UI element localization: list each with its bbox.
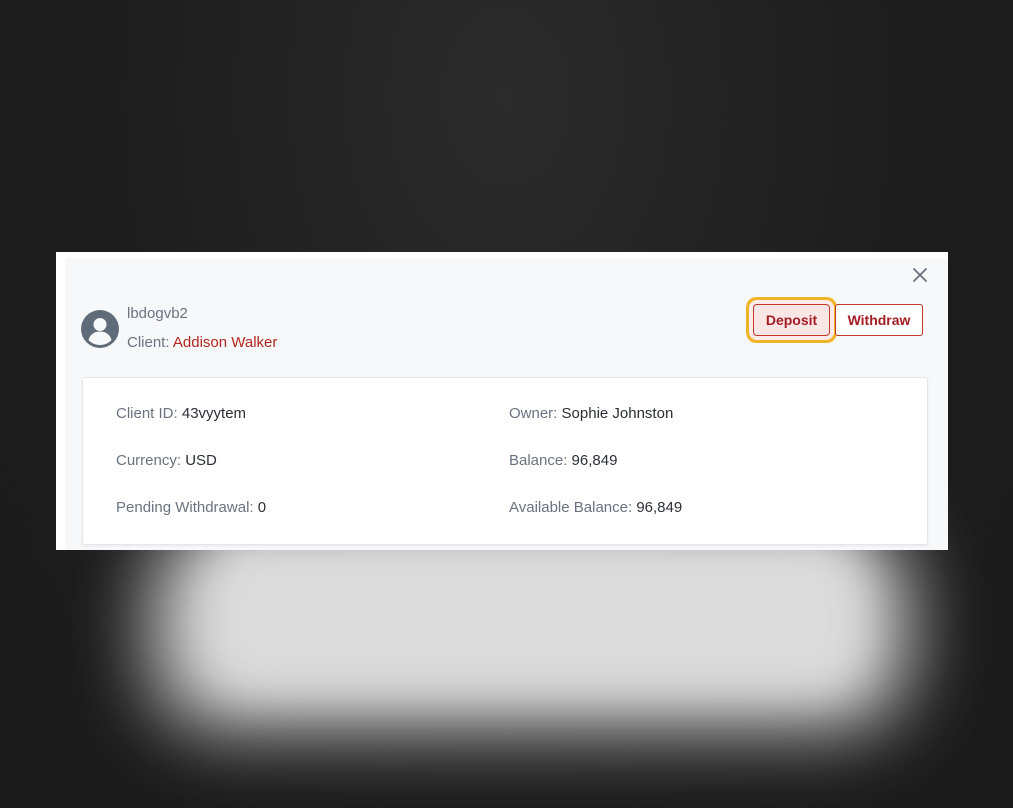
available-balance-value: 96,849 [636, 499, 683, 516]
currency-label: Currency: [116, 452, 182, 469]
client-id-field: Client ID: 43vyytem [116, 405, 246, 422]
deposit-button[interactable]: Deposit [753, 304, 830, 336]
available-balance-label: Available Balance: [509, 499, 633, 516]
currency-field: Currency: USD [116, 452, 217, 469]
client-label: Client: [127, 334, 170, 351]
owner-label: Owner: [509, 405, 558, 422]
withdraw-button[interactable]: Withdraw [835, 304, 923, 336]
close-button[interactable] [908, 263, 932, 287]
client-name-link[interactable]: Addison Walker [173, 334, 278, 351]
pending-withdrawal-label: Pending Withdrawal: [116, 499, 254, 516]
pending-withdrawal-field: Pending Withdrawal: 0 [116, 499, 266, 516]
screen: lbdogvb2 Client: Addison Walker Deposit … [0, 0, 1013, 808]
client-id-label: Client ID: [116, 405, 178, 422]
balance-value: 96,849 [571, 452, 618, 469]
owner-value: Sophie Johnston [561, 405, 674, 422]
blurred-background-panel-inner [210, 540, 860, 690]
client-id-value: 43vyytem [181, 405, 247, 422]
user-avatar-icon [81, 310, 119, 348]
currency-value: USD [185, 452, 217, 469]
balance-field: Balance: 96,849 [509, 452, 617, 469]
account-dialog-frame: lbdogvb2 Client: Addison Walker Deposit … [56, 252, 948, 550]
close-icon [913, 268, 927, 282]
account-details-card: Client ID: 43vyytem Owner: Sophie Johnst… [82, 377, 928, 545]
account-dialog: lbdogvb2 Client: Addison Walker Deposit … [65, 259, 948, 550]
available-balance-field: Available Balance: 96,849 [509, 499, 682, 516]
owner-field: Owner: Sophie Johnston [509, 405, 673, 422]
pending-withdrawal-value: 0 [257, 499, 267, 516]
client-line: Client: Addison Walker [127, 334, 277, 351]
balance-label: Balance: [509, 452, 568, 469]
account-username: lbdogvb2 [127, 305, 188, 322]
